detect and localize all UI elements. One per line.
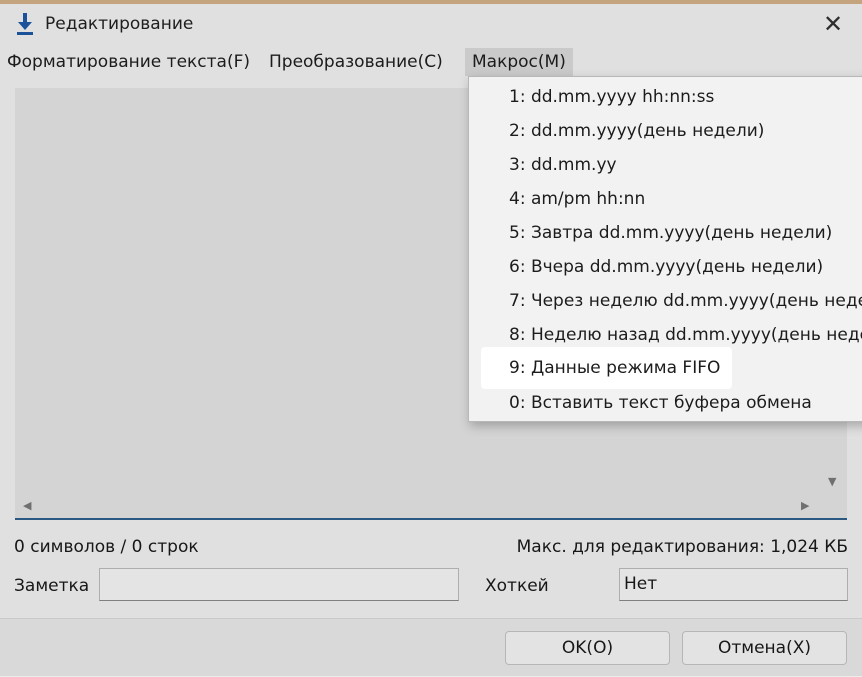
char-line-count: 0 символов / 0 строк (14, 537, 199, 557)
menu-item-macro-5[interactable]: 5: Завтра dd.mm.yyyy(день недели) (509, 223, 832, 243)
window-title: Редактирование (45, 14, 194, 34)
menu-item-macro-4[interactable]: 4: am/pm hh:nn (509, 189, 645, 209)
menu-item-macro-8[interactable]: 8: Неделю назад dd.mm.yyyy(день недели) (509, 325, 862, 345)
menu-item-macro-1[interactable]: 1: dd.mm.yyyy hh:nn:ss (509, 87, 714, 107)
dialog-footer: OK(O) Отмена(X) (0, 618, 862, 677)
cancel-button[interactable]: Отмена(X) (682, 631, 847, 665)
menu-convert[interactable]: Преобразование(C) (262, 48, 450, 76)
scroll-left-icon[interactable]: ◀ (23, 499, 31, 512)
menu-macro[interactable]: Макрос(M) (465, 48, 573, 76)
menu-item-macro-6[interactable]: 6: Вчера dd.mm.yyyy(день недели) (509, 257, 823, 277)
menu-item-macro-7[interactable]: 7: Через неделю dd.mm.yyyy(день недели) (509, 291, 862, 311)
horizontal-scrollbar[interactable]: ◀ ▶ (15, 494, 822, 518)
menu-text-format[interactable]: Форматирование текста(F) (0, 48, 257, 76)
note-input[interactable] (99, 568, 459, 601)
max-edit-size: Макс. для редактирования: 1,024 КБ (516, 537, 848, 557)
scroll-right-icon[interactable]: ▶ (801, 499, 809, 512)
macro-dropdown-menu: 1: dd.mm.yyyy hh:nn:ss 2: dd.mm.yyyy(ден… (468, 76, 862, 422)
menu-item-macro-9[interactable]: 9: Данные режима FIFO (481, 347, 733, 389)
menu-bar: Форматирование текста(F) Преобразование(… (0, 44, 862, 76)
ok-button[interactable]: OK(O) (505, 631, 670, 665)
hotkey-field[interactable]: Нет (619, 568, 848, 601)
close-icon: ✕ (822, 10, 844, 38)
hotkey-label: Хоткей (485, 576, 549, 596)
title-bar: Редактирование ✕ (0, 4, 862, 44)
menu-item-macro-0[interactable]: 0: Вставить текст буфера обмена (509, 393, 812, 413)
download-arrow-icon (15, 12, 35, 36)
menu-item-macro-2[interactable]: 2: dd.mm.yyyy(день недели) (509, 121, 764, 141)
close-button[interactable]: ✕ (804, 4, 862, 44)
scroll-down-icon[interactable]: ▼ (828, 475, 836, 488)
menu-item-macro-3[interactable]: 3: dd.mm.yy (509, 155, 617, 175)
note-label: Заметка (14, 576, 90, 596)
